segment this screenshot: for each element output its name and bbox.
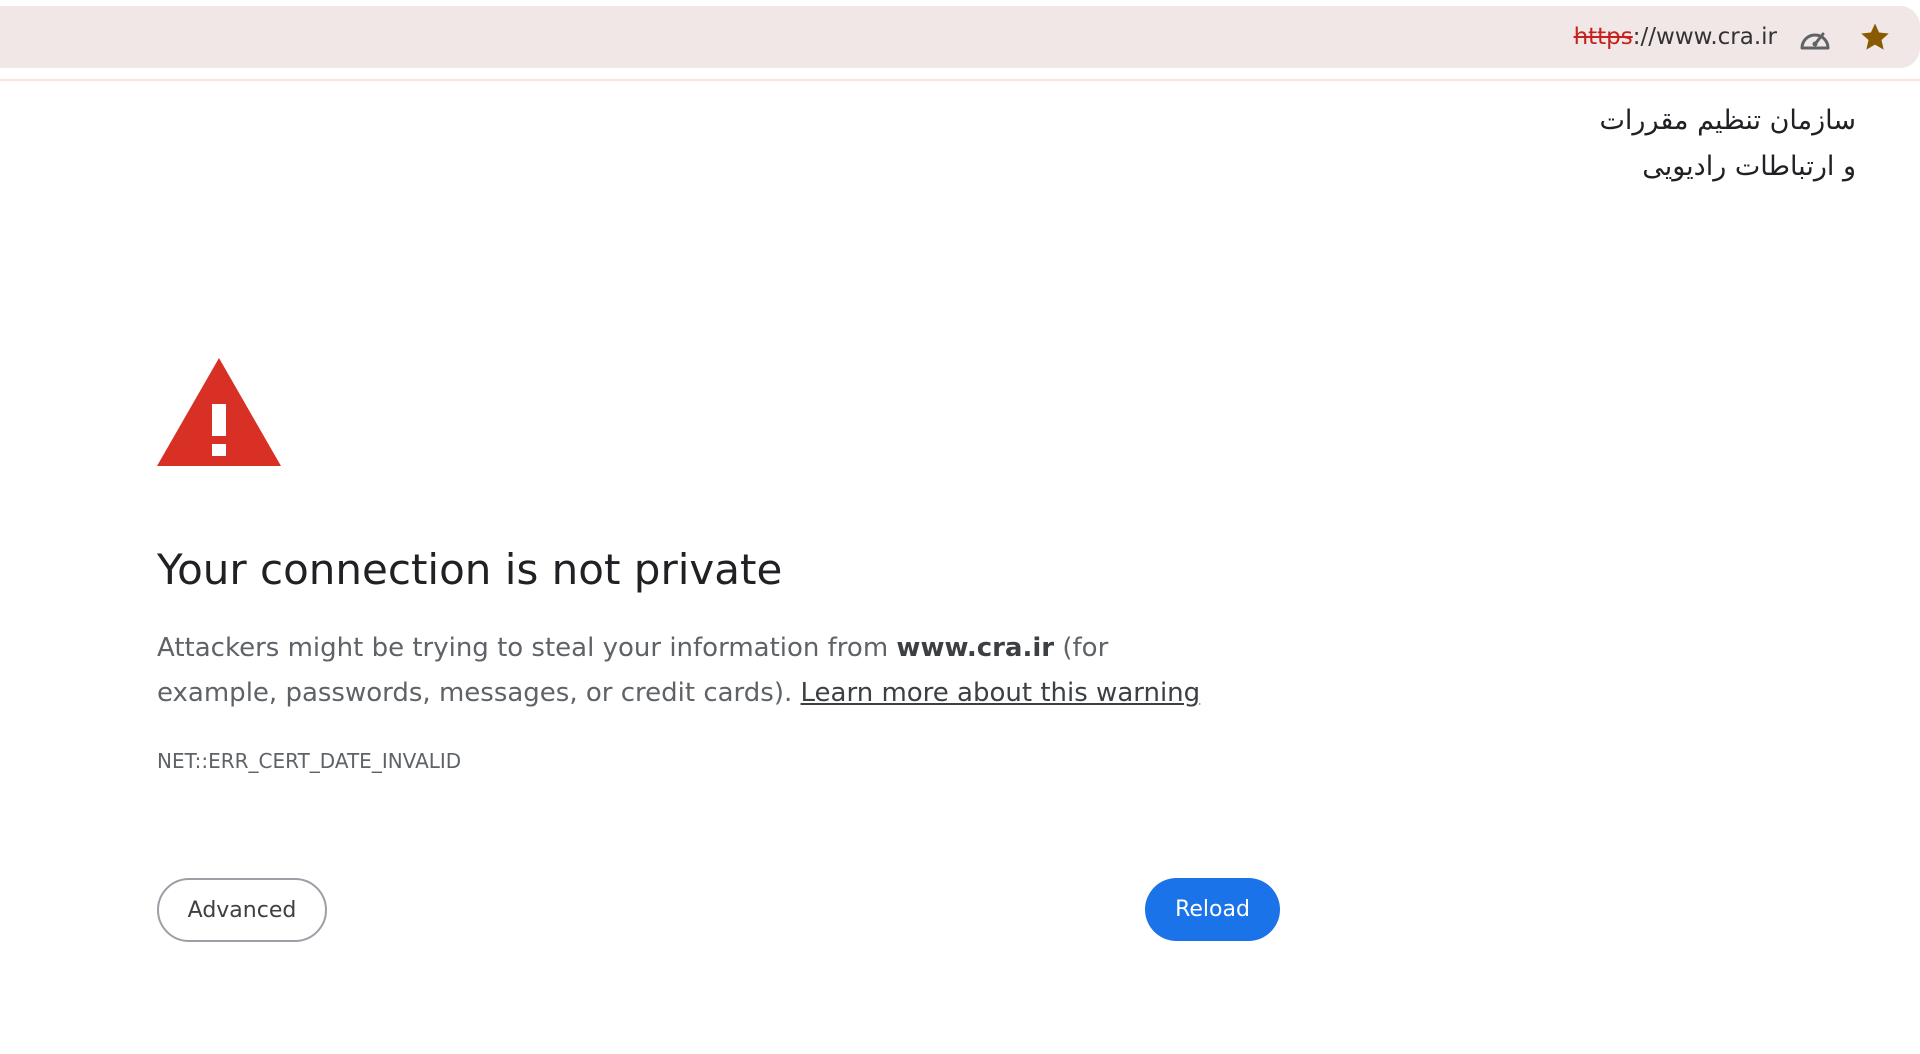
speedometer-icon[interactable] [1797, 23, 1833, 53]
description-host: www.cra.ir [896, 633, 1055, 663]
site-name-label: سازمان تنظیم مقررات و ارتباطات رادیویی [1600, 98, 1856, 190]
url-host: ://www.cra.ir [1632, 24, 1777, 50]
reload-button[interactable]: Reload [1145, 878, 1280, 941]
star-icon[interactable] [1858, 20, 1892, 54]
url-scheme-insecure: https [1573, 24, 1633, 50]
page-title: Your connection is not private [157, 545, 783, 594]
url-text[interactable]: https://www.cra.ir [1574, 22, 1777, 52]
advanced-button[interactable]: Advanced [157, 878, 327, 942]
learn-more-link[interactable]: Learn more about this warning [801, 678, 1201, 708]
site-name-line-1: سازمان تنظیم مقررات [1599, 105, 1856, 136]
description-text: Attackers might be trying to steal your … [157, 633, 897, 663]
warning-description: Attackers might be trying to steal your … [157, 626, 1207, 716]
site-name-line-2: و ارتباطات رادیویی [1642, 151, 1856, 182]
toolbar-divider [0, 79, 1920, 81]
warning-triangle-icon [157, 358, 281, 466]
error-code[interactable]: NET::ERR_CERT_DATE_INVALID [157, 747, 461, 775]
